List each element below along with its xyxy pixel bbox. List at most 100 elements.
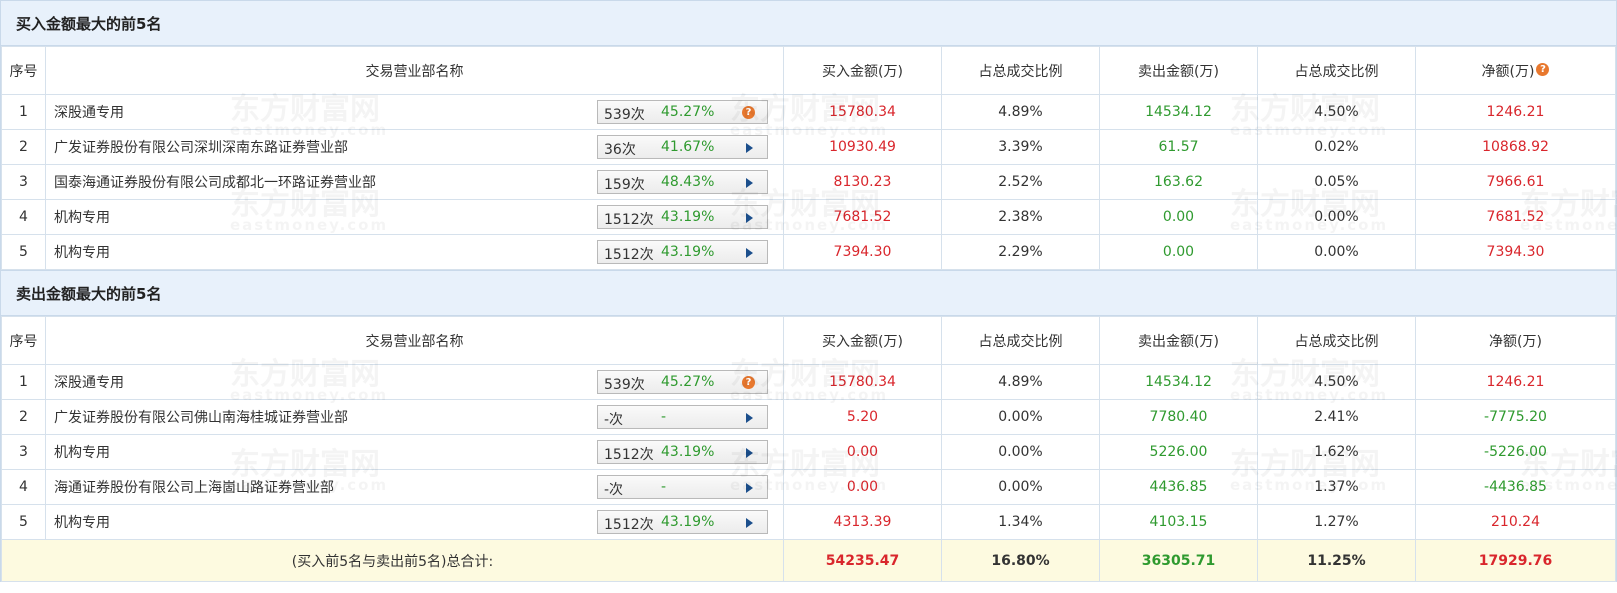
lhb-detail-panel: 买入金额最大的前5名 序号 交易营业部名称 买入金额(万) 占总成交比例 卖出金… xyxy=(0,0,1617,582)
row-name-cell: 海通证券股份有限公司上海崮山路证券营业部 -次 - xyxy=(45,469,784,505)
total-sell: 36305.71 xyxy=(1099,539,1258,582)
row-index: 1 xyxy=(1,364,46,400)
row-name-cell: 机构专用 1512次 43.19% xyxy=(45,504,784,540)
expand-arrow-icon[interactable] xyxy=(746,178,753,188)
row-net: 7394.30 xyxy=(1415,234,1616,270)
total-row: (买入前5名与卖出前5名)总合计: 54235.47 16.80% 36305.… xyxy=(1,539,1616,582)
expand-arrow-icon[interactable] xyxy=(746,483,753,493)
row-sell-ratio: 0.05% xyxy=(1257,164,1416,200)
expand-arrow-icon[interactable] xyxy=(746,518,753,528)
row-net: 1246.21 xyxy=(1415,94,1616,130)
help-icon[interactable]: ? xyxy=(1536,62,1550,76)
table-row: 4 机构专用 1512次 43.19% 7681.52 2.38% 0.00 0.00% 768… xyxy=(1,199,1616,235)
row-buy-ratio: 2.29% xyxy=(941,234,1100,270)
broker-stats-button[interactable]: 1512次 43.19% xyxy=(597,240,768,264)
row-name-cell: 深股通专用 539次 45.27%? xyxy=(45,94,784,130)
broker-name[interactable]: 海通证券股份有限公司上海崮山路证券营业部 xyxy=(54,477,334,497)
total-sell-ratio: 11.25% xyxy=(1257,539,1416,582)
header-buy-ratio: 占总成交比例 xyxy=(941,316,1100,365)
broker-stats-button[interactable]: 159次 48.43% xyxy=(597,170,768,194)
broker-name[interactable]: 广发证券股份有限公司佛山南海桂城证券营业部 xyxy=(54,407,348,427)
row-sell: 7780.40 xyxy=(1099,399,1258,435)
broker-win-rate: 43.19% xyxy=(661,444,715,460)
row-sell-ratio: 2.41% xyxy=(1257,399,1416,435)
header-idx: 序号 xyxy=(1,46,46,95)
row-sell: 14534.12 xyxy=(1099,364,1258,400)
broker-name[interactable]: 深股通专用 xyxy=(54,372,124,392)
expand-arrow-icon[interactable] xyxy=(746,248,753,258)
row-name-cell: 机构专用 1512次 43.19% xyxy=(45,234,784,270)
broker-stats-button[interactable]: 539次 45.27%? xyxy=(597,370,768,394)
header-name: 交易营业部名称 xyxy=(45,316,784,365)
broker-name[interactable]: 机构专用 xyxy=(54,512,110,532)
row-buy: 8130.23 xyxy=(783,164,942,200)
sell-table: 序号 交易营业部名称 买入金额(万) 占总成交比例 卖出金额(万) 占总成交比例… xyxy=(1,316,1616,582)
broker-stats-button[interactable]: 36次 41.67% xyxy=(597,135,768,159)
row-sell-ratio: 1.37% xyxy=(1257,469,1416,505)
table-row: 3 机构专用 1512次 43.19% 0.00 0.00% 5226.00 1.62% -52… xyxy=(1,434,1616,470)
broker-name[interactable]: 机构专用 xyxy=(54,242,110,262)
sell-section-title: 卖出金额最大的前5名 xyxy=(1,270,1616,316)
row-sell: 4436.85 xyxy=(1099,469,1258,505)
row-buy-ratio: 2.38% xyxy=(941,199,1100,235)
row-index: 4 xyxy=(1,199,46,235)
row-net: -4436.85 xyxy=(1415,469,1616,505)
row-buy: 15780.34 xyxy=(783,94,942,130)
expand-arrow-icon[interactable] xyxy=(746,143,753,153)
broker-stats-button[interactable]: 1512次 43.19% xyxy=(597,205,768,229)
total-net: 17929.76 xyxy=(1415,539,1616,582)
row-sell-ratio: 1.62% xyxy=(1257,434,1416,470)
row-index: 3 xyxy=(1,164,46,200)
expand-arrow-icon[interactable] xyxy=(746,448,753,458)
broker-stats-button[interactable]: 539次 45.27%? xyxy=(597,100,768,124)
help-icon[interactable]: ? xyxy=(742,376,755,389)
row-sell: 14534.12 xyxy=(1099,94,1258,130)
row-buy: 5.20 xyxy=(783,399,942,435)
broker-win-rate: 45.27% xyxy=(661,374,715,390)
header-sell: 卖出金额(万) xyxy=(1099,316,1258,365)
row-name-cell: 深股通专用 539次 45.27%? xyxy=(45,364,784,400)
broker-count: 1512次 xyxy=(604,212,654,228)
broker-name[interactable]: 机构专用 xyxy=(54,442,110,462)
buy-table-body: 1 深股通专用 539次 45.27%? 15780.34 4.89% 14534.12 4.… xyxy=(1,94,1616,270)
row-net: 7681.52 xyxy=(1415,199,1616,235)
broker-stats-button[interactable]: 1512次 43.19% xyxy=(597,510,768,534)
broker-name[interactable]: 机构专用 xyxy=(54,207,110,227)
row-sell: 5226.00 xyxy=(1099,434,1258,470)
row-buy: 10930.49 xyxy=(783,129,942,165)
broker-count: 539次 xyxy=(604,377,645,393)
header-net: 净额(万)? xyxy=(1415,46,1616,95)
broker-count: -次 xyxy=(604,482,624,498)
broker-name[interactable]: 深股通专用 xyxy=(54,102,124,122)
broker-name[interactable]: 国泰海通证券股份有限公司成都北一环路证券营业部 xyxy=(54,172,376,192)
table-row: 1 深股通专用 539次 45.27%? 15780.34 4.89% 14534.12 4.… xyxy=(1,94,1616,130)
row-net: 1246.21 xyxy=(1415,364,1616,400)
broker-count: 1512次 xyxy=(604,447,654,463)
row-index: 5 xyxy=(1,504,46,540)
table-row: 5 机构专用 1512次 43.19% 7394.30 2.29% 0.00 0.00% 739… xyxy=(1,234,1616,270)
broker-stats-button[interactable]: 1512次 43.19% xyxy=(597,440,768,464)
table-row: 4 海通证券股份有限公司上海崮山路证券营业部 -次 - 0.00 0.00% 4436.85… xyxy=(1,469,1616,505)
broker-count: 159次 xyxy=(604,177,645,193)
row-name-cell: 机构专用 1512次 43.19% xyxy=(45,434,784,470)
expand-arrow-icon[interactable] xyxy=(746,213,753,223)
help-icon[interactable]: ? xyxy=(742,106,755,119)
row-sell: 163.62 xyxy=(1099,164,1258,200)
row-buy: 7681.52 xyxy=(783,199,942,235)
row-buy-ratio: 4.89% xyxy=(941,364,1100,400)
row-buy: 0.00 xyxy=(783,469,942,505)
broker-win-rate: 45.27% xyxy=(661,104,715,120)
row-buy-ratio: 4.89% xyxy=(941,94,1100,130)
row-sell: 61.57 xyxy=(1099,129,1258,165)
expand-arrow-icon[interactable] xyxy=(746,413,753,423)
broker-name[interactable]: 广发证券股份有限公司深圳深南东路证券营业部 xyxy=(54,137,348,157)
header-buy: 买入金额(万) xyxy=(783,316,942,365)
table-row: 3 国泰海通证券股份有限公司成都北一环路证券营业部 159次 48.43% 8130.2… xyxy=(1,164,1616,200)
broker-win-rate: - xyxy=(661,409,667,425)
header-net: 净额(万) xyxy=(1415,316,1616,365)
row-net: -5226.00 xyxy=(1415,434,1616,470)
broker-stats-button[interactable]: -次 - xyxy=(597,475,768,499)
broker-stats-button[interactable]: -次 - xyxy=(597,405,768,429)
row-buy-ratio: 0.00% xyxy=(941,469,1100,505)
sell-table-body: 1 深股通专用 539次 45.27%? 15780.34 4.89% 14534.12 4.… xyxy=(1,364,1616,540)
